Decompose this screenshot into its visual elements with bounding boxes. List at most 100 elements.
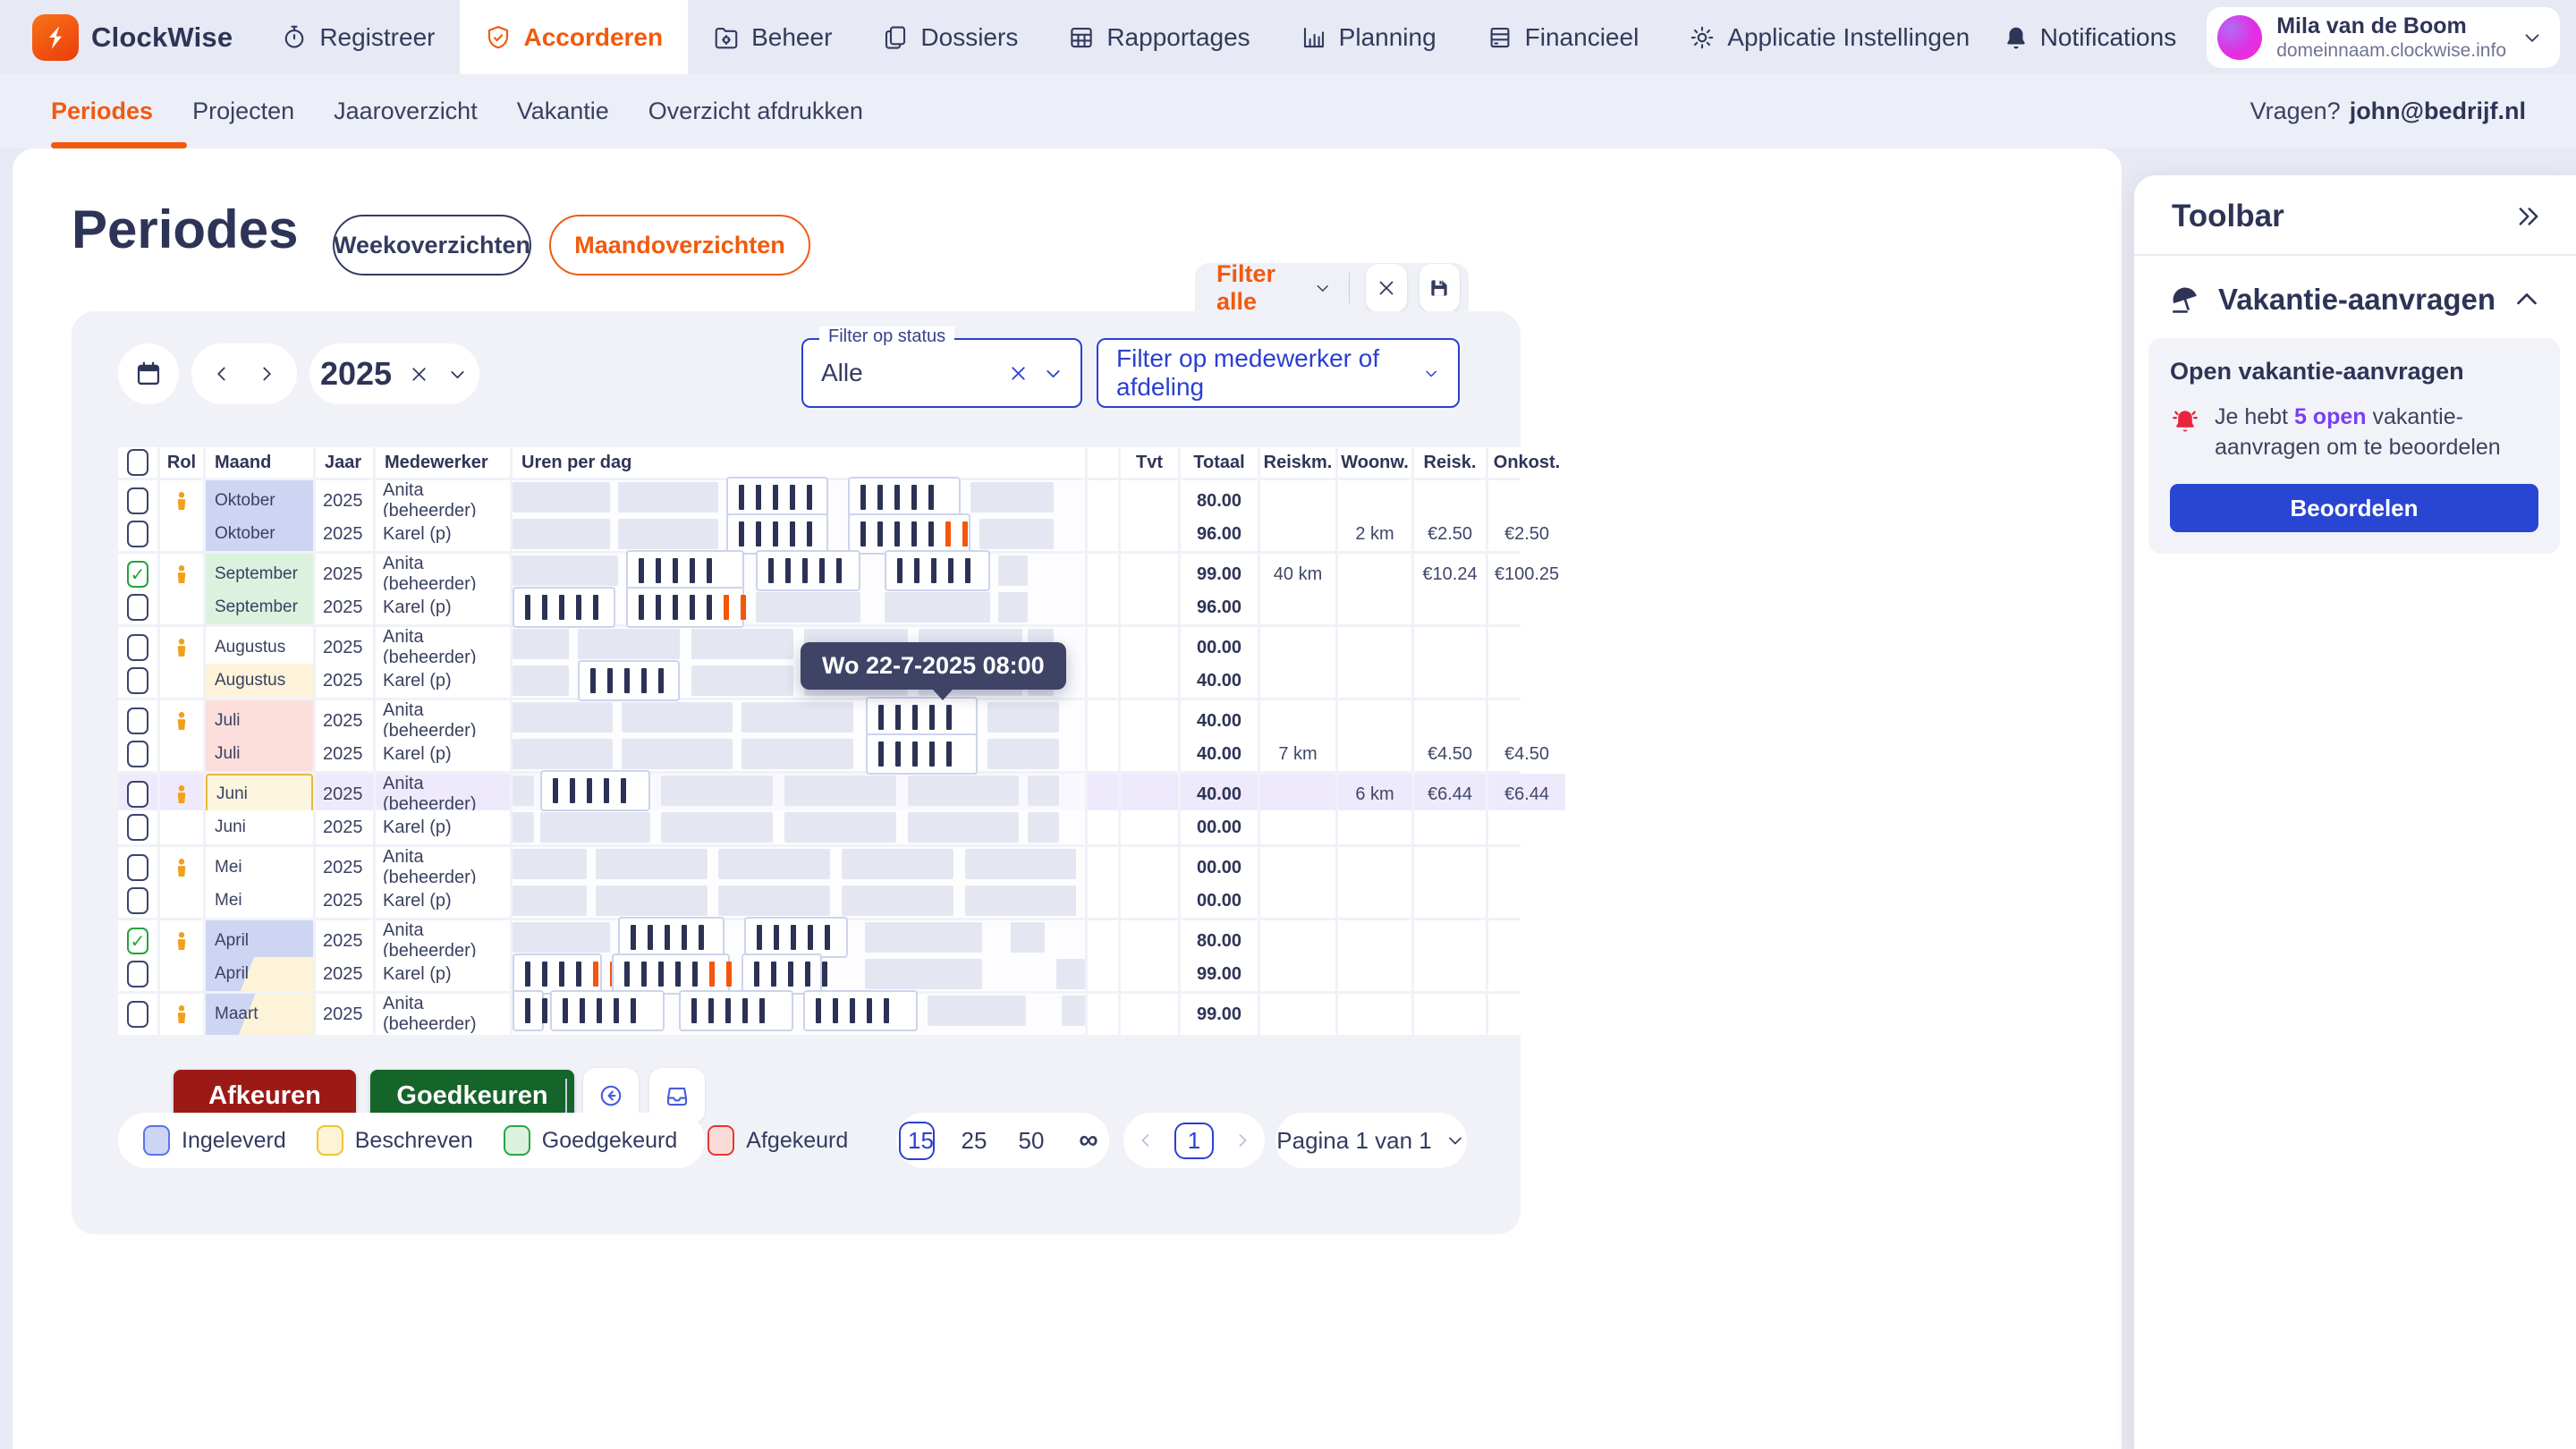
row-checkbox[interactable] [127,961,148,987]
select-all-checkbox[interactable] [127,449,148,476]
year-select[interactable]: 2025 [309,343,479,404]
help-email[interactable]: john@bedrijf.nl [2350,97,2526,124]
row-checkbox[interactable] [127,814,148,841]
tab-projecten[interactable]: Projecten [173,74,314,148]
month-cell[interactable]: April [206,957,313,991]
tab-overzicht-afdrukken[interactable]: Overzicht afdrukken [629,74,883,148]
row-checkbox[interactable] [127,487,148,514]
chevron-left-icon[interactable] [210,362,233,386]
row-checkbox[interactable] [127,854,148,881]
table-row[interactable]: ✓April2025Anita (beheerder)80.00 [118,920,1485,954]
week-hours-box[interactable] [513,990,544,1031]
nav-item-planning[interactable]: Planning [1275,0,1462,74]
month-cell[interactable]: Juni [206,774,313,815]
week-hours-box[interactable] [744,917,848,958]
week-hours-box[interactable] [550,990,665,1031]
chevron-right-icon[interactable] [255,362,278,386]
week-hours-box[interactable] [756,550,860,591]
row-checkbox[interactable] [127,521,148,547]
row-checkbox[interactable] [127,634,148,661]
vakantie-aanvragen-section[interactable]: Vakantie-aanvragen [2134,256,2576,333]
close-icon[interactable] [1007,362,1030,385]
week-hours-box[interactable] [741,953,822,995]
chevron-right-icon[interactable] [1232,1130,1253,1151]
row-checkbox[interactable] [127,781,148,808]
table-row[interactable]: Juli2025Karel (p)40.007 km€4.50€4.50 [118,737,1485,771]
week-hours-box[interactable] [513,587,615,628]
week-hours-box[interactable] [626,550,744,591]
week-hours-box[interactable] [618,917,724,958]
table-row[interactable]: ✓September2025Anita (beheerder)99.0040 k… [118,554,1485,588]
row-checkbox[interactable]: ✓ [127,928,148,954]
month-cell[interactable]: Juli [206,737,313,771]
month-cell[interactable]: September [206,554,313,595]
week-hours-box[interactable] [803,990,918,1031]
week-hours-box[interactable] [540,770,650,811]
table-row[interactable]: Juni2025Anita (beheerder)40.006 km€6.44€… [118,774,1485,808]
current-page[interactable]: 1 [1174,1123,1214,1159]
month-cell[interactable]: Oktober [206,480,313,521]
row-checkbox[interactable] [127,594,148,621]
nav-item-rapportages[interactable]: Rapportages [1043,0,1275,74]
week-hours-box[interactable] [885,550,990,591]
week-hours-box[interactable] [848,477,961,518]
month-cell[interactable]: April [206,920,313,962]
calendar-button[interactable] [118,343,179,404]
employee-filter-select[interactable]: Filter op medewerker of afdeling [1097,338,1460,408]
collapse-sidebar-icon[interactable] [2513,201,2544,232]
clear-filter-button[interactable] [1366,264,1406,312]
week-hours-box[interactable] [848,513,970,555]
row-checkbox[interactable] [127,1001,148,1028]
save-filter-button[interactable] [1419,264,1460,312]
month-cell[interactable]: Mei [206,884,313,918]
table-row[interactable]: April2025Karel (p)99.00 [118,957,1485,991]
notifications-button[interactable]: Notifications [2003,23,2177,52]
table-row[interactable]: Maart2025Anita (beheerder)99.00 [118,994,1485,1028]
beoordelen-button[interactable]: Beoordelen [2170,484,2538,532]
page-size-option[interactable]: 15 [899,1122,935,1160]
nav-item-financieel[interactable]: Financieel [1462,0,1665,74]
page-size-option[interactable]: 25 [956,1127,992,1155]
page-label-dropdown[interactable]: Pagina 1 van 1 [1275,1113,1467,1168]
nav-item-dossiers[interactable]: Dossiers [857,0,1043,74]
close-icon[interactable] [408,363,430,386]
week-hours-box[interactable] [578,660,680,701]
month-cell[interactable]: Maart [206,994,313,1035]
tab-vakantie[interactable]: Vakantie [497,74,629,148]
table-row[interactable]: Oktober2025Karel (p)96.002 km€2.50€2.50 [118,517,1485,551]
week-hours-box[interactable] [626,587,744,628]
week-hours-box[interactable] [513,953,602,995]
row-checkbox[interactable] [127,887,148,914]
week-hours-box[interactable] [726,513,828,555]
week-hours-box[interactable] [612,953,729,995]
table-row[interactable]: Mei2025Karel (p)00.00 [118,884,1485,918]
status-filter-select[interactable]: Filter op status Alle [801,338,1082,408]
table-row[interactable]: Mei2025Anita (beheerder)00.00 [118,847,1485,881]
filter-alle-dropdown[interactable]: Filter alle [1216,260,1333,316]
month-cell[interactable]: Juni [206,810,313,844]
nav-item-beheer[interactable]: Beheer [688,0,857,74]
week-hours-box[interactable] [679,990,793,1031]
nav-item-applicatie-instellingen[interactable]: Applicatie Instellingen [1664,0,1995,74]
month-cell[interactable]: Augustus [206,664,313,698]
week-hours-box[interactable] [726,477,828,518]
month-cell[interactable]: Mei [206,847,313,888]
month-cell[interactable]: September [206,590,313,624]
maandoverzichten-button[interactable]: Maandoverzichten [549,215,810,275]
nav-item-registreer[interactable]: Registreer [256,0,460,74]
month-cell[interactable]: Juli [206,700,313,741]
row-checkbox[interactable] [127,667,148,694]
table-row[interactable]: Oktober2025Anita (beheerder)80.00 [118,480,1485,514]
month-cell[interactable]: Oktober [206,517,313,551]
page-size-option[interactable]: ∞ [1071,1125,1106,1156]
brand[interactable]: ClockWise [0,14,233,61]
week-hours-box[interactable] [866,733,978,775]
table-row[interactable]: Juni2025Karel (p)00.00 [118,810,1485,844]
week-hours-box[interactable] [866,697,978,738]
user-menu[interactable]: Mila van de Boom domeinnaam.clockwise.in… [2207,7,2560,68]
chevron-left-icon[interactable] [1135,1130,1157,1151]
month-cell[interactable]: Augustus [206,627,313,668]
tab-jaaroverzicht[interactable]: Jaaroverzicht [314,74,497,148]
table-row[interactable]: Juli2025Anita (beheerder)40.00 [118,700,1485,734]
table-row[interactable]: September2025Karel (p)96.00 [118,590,1485,624]
